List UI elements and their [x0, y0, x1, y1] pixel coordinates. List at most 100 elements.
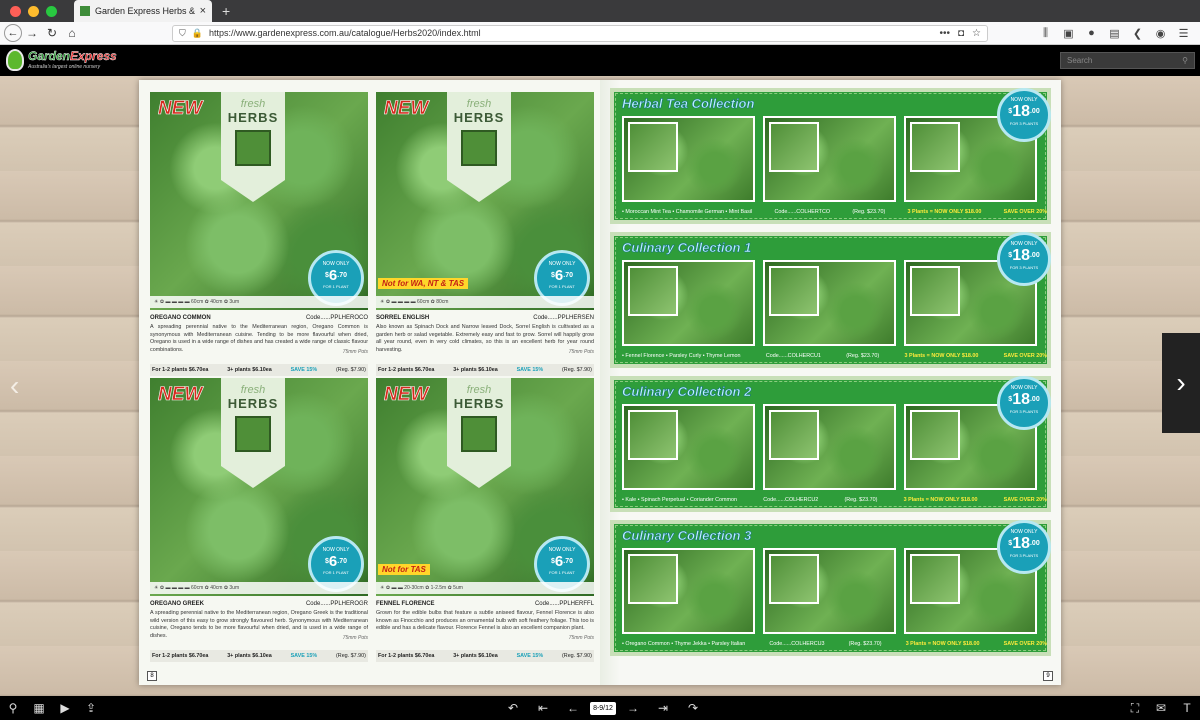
- page-indicator[interactable]: 8-9/12: [590, 701, 616, 715]
- collection-card[interactable]: Culinary Collection 3 • Oregano Common •…: [610, 520, 1051, 656]
- collection-thumb: [769, 122, 819, 172]
- search-icon[interactable]: ⚲: [1182, 56, 1188, 65]
- collection-price-badge: NOW ONLY $18.00 FOR 3 PLANTS: [997, 520, 1051, 574]
- share-icon[interactable]: ⇪: [78, 701, 104, 715]
- price-1-2: For 1-2 plants $6.70ea: [152, 653, 209, 659]
- site-header: GardenExpress Australia's largest online…: [0, 45, 1200, 76]
- new-tab-button[interactable]: +: [222, 3, 230, 19]
- product-photo[interactable]: NEW fresh HERBS NOW ONLY $6.70 FOR 1 PLA…: [150, 92, 368, 310]
- next-spread-button[interactable]: ›: [1162, 333, 1200, 433]
- back-extension-icon[interactable]: ❮: [1127, 27, 1148, 40]
- page-number-right: 9: [1043, 671, 1053, 681]
- tab-title: Garden Express Herbs & Comp: [95, 6, 196, 16]
- menu-icon[interactable]: ☰: [1173, 27, 1194, 40]
- price-cents: .70: [563, 558, 573, 565]
- collection-title: Culinary Collection 2: [622, 384, 752, 400]
- right-page[interactable]: Herbal Tea Collection • Moroccan Mint Te…: [600, 80, 1061, 685]
- collection-thumb: [910, 410, 960, 460]
- price-cents: .70: [337, 558, 347, 565]
- undo-icon[interactable]: ↶: [500, 701, 526, 715]
- regular-price: (Reg. $7.90): [562, 367, 592, 373]
- text-icon[interactable]: T: [1174, 701, 1200, 715]
- reload-button[interactable]: ↻: [42, 26, 62, 40]
- extension-icon[interactable]: ▤: [1104, 27, 1125, 40]
- price-main: 18: [1012, 247, 1030, 264]
- product-description: A spreading perennial native to the Medi…: [150, 610, 368, 639]
- sidebar-icon[interactable]: ▣: [1058, 27, 1079, 40]
- collection-card[interactable]: Culinary Collection 1 • Fennel Florence …: [610, 232, 1051, 368]
- product-photo[interactable]: NEW fresh HERBS NOW ONLY $6.70 FOR 1 PLA…: [376, 378, 594, 596]
- new-badge: NEW: [158, 384, 203, 406]
- catalogue-search-input[interactable]: Search ⚲: [1060, 52, 1195, 69]
- collection-image[interactable]: [763, 116, 896, 202]
- maximize-window-button[interactable]: [46, 5, 57, 17]
- product-card[interactable]: NEW fresh HERBS NOW ONLY $6.70 FOR 1 PLA…: [376, 92, 594, 377]
- product-photo[interactable]: NEW fresh HERBS NOW ONLY $6.70 FOR 1 PLA…: [376, 92, 594, 310]
- first-page-icon[interactable]: ⇤: [530, 701, 556, 715]
- price-amount: $6.70: [537, 553, 587, 570]
- prev-spread-arrow-icon[interactable]: ‹: [10, 370, 19, 402]
- viewer-toolbar: ⚲ ▦ ▶ ⇪ ↶ ⇤ ← 8-9/12 → ⇥ ↷ ⛶ ✉ T: [0, 696, 1200, 720]
- banner-title: HERBS: [453, 396, 505, 411]
- bookmark-star-icon[interactable]: ☆: [972, 28, 981, 39]
- logo-text: GardenExpress: [28, 49, 117, 63]
- collection-thumb: [628, 266, 678, 316]
- forward-button[interactable]: →: [22, 26, 42, 40]
- banner-title: HERBS: [227, 110, 279, 125]
- page-actions-icon[interactable]: •••: [939, 28, 950, 39]
- product-card[interactable]: NEW fresh HERBS NOW ONLY $6.70 FOR 1 PLA…: [150, 92, 368, 377]
- browser-nav-bar: ← → ↻ ⌂ ⛉ 🔒 https://www.gardenexpress.co…: [0, 22, 1200, 45]
- collection-card[interactable]: Culinary Collection 2 • Kale • Spinach P…: [610, 376, 1051, 512]
- collection-images: [622, 548, 1037, 634]
- account-icon[interactable]: ●: [1081, 27, 1102, 40]
- collection-image[interactable]: [622, 404, 755, 490]
- garden-express-logo[interactable]: GardenExpress Australia's largest online…: [6, 49, 117, 73]
- collection-title: Culinary Collection 3: [622, 528, 752, 544]
- price-cents: .00: [1029, 396, 1040, 403]
- tab-close-icon[interactable]: ×: [200, 5, 206, 17]
- collection-save: SAVE OVER 20%: [1003, 497, 1047, 503]
- collection-reg: (Reg. $23.70): [848, 641, 882, 647]
- collection-card[interactable]: Herbal Tea Collection • Moroccan Mint Te…: [610, 88, 1051, 224]
- extension-2-icon[interactable]: ◉: [1150, 27, 1171, 40]
- collection-image[interactable]: [763, 548, 896, 634]
- price-for: FOR 1 PLANT: [323, 284, 349, 289]
- last-page-icon[interactable]: ⇥: [650, 701, 676, 715]
- collection-image[interactable]: [622, 116, 755, 202]
- close-window-button[interactable]: [10, 5, 21, 17]
- collection-thumb: [769, 410, 819, 460]
- next-page-icon[interactable]: →: [620, 701, 646, 715]
- collection-image[interactable]: [622, 260, 755, 346]
- collection-thumb: [769, 554, 819, 604]
- left-page[interactable]: NEW fresh HERBS NOW ONLY $6.70 FOR 1 PLA…: [139, 80, 600, 685]
- product-photo[interactable]: NEW fresh HERBS NOW ONLY $6.70 FOR 1 PLA…: [150, 378, 368, 596]
- home-button[interactable]: ⌂: [62, 26, 82, 40]
- minimize-window-button[interactable]: [28, 5, 39, 17]
- new-badge: NEW: [384, 384, 429, 406]
- collection-contents: • Oregano Common • Thyme Jekka • Parsley…: [622, 641, 746, 647]
- collection-image[interactable]: [763, 404, 896, 490]
- grid-icon[interactable]: ▦: [26, 701, 52, 715]
- page-number-left: 8: [147, 671, 157, 681]
- search-placeholder: Search: [1067, 56, 1093, 65]
- fullscreen-icon[interactable]: ⛶: [1122, 701, 1148, 716]
- collection-deal: 3 Plants = NOW ONLY $18.00: [907, 209, 982, 215]
- email-icon[interactable]: ✉: [1148, 701, 1174, 715]
- price-main: 6: [554, 267, 564, 284]
- collection-code: Code......COLHERTCO: [774, 209, 831, 215]
- product-card[interactable]: NEW fresh HERBS NOW ONLY $6.70 FOR 1 PLA…: [376, 378, 594, 663]
- address-bar[interactable]: ⛉ 🔒 https://www.gardenexpress.com.au/cat…: [172, 24, 988, 42]
- play-icon[interactable]: ▶: [52, 701, 78, 715]
- pocket-icon[interactable]: ◘: [958, 28, 964, 39]
- library-icon[interactable]: ⫼: [1035, 27, 1056, 40]
- redo-icon[interactable]: ↷: [680, 701, 706, 715]
- browser-tab[interactable]: Garden Express Herbs & Comp ×: [74, 0, 212, 22]
- back-button[interactable]: ←: [4, 24, 22, 42]
- zoom-icon[interactable]: ⚲: [0, 701, 26, 715]
- fresh-herbs-banner: fresh HERBS: [447, 92, 511, 202]
- product-card[interactable]: NEW fresh HERBS NOW ONLY $6.70 FOR 1 PLA…: [150, 378, 368, 663]
- collection-image[interactable]: [622, 548, 755, 634]
- regular-price: (Reg. $7.90): [562, 653, 592, 659]
- collection-image[interactable]: [763, 260, 896, 346]
- prev-page-icon[interactable]: ←: [560, 701, 586, 715]
